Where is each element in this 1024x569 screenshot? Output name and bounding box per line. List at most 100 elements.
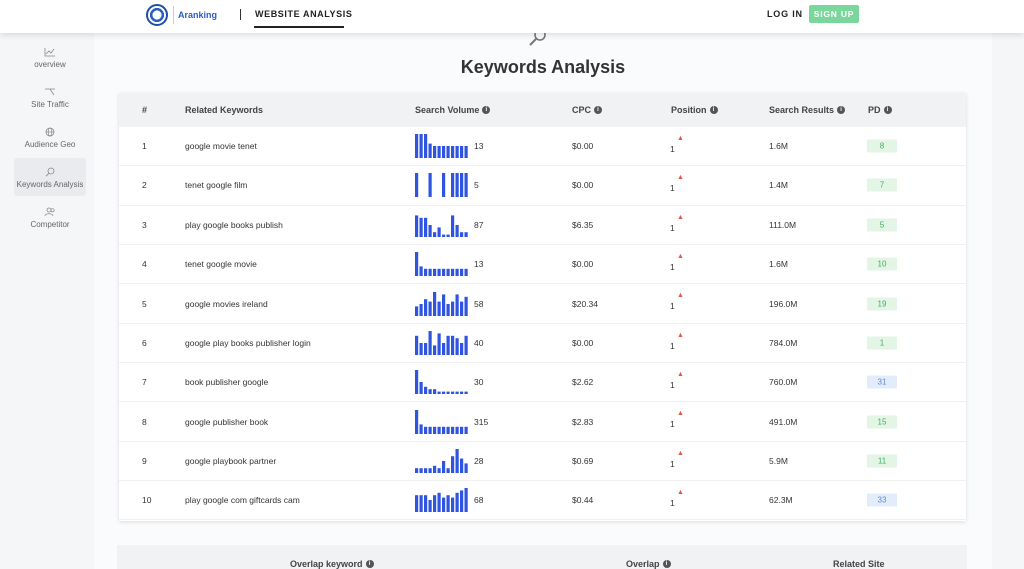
keyword-link[interactable]: play google books publish [185, 220, 283, 230]
sparkline-bar [451, 456, 455, 473]
sparkline-bar [433, 268, 437, 277]
login-link[interactable]: LOG IN [767, 9, 803, 19]
sparkline-bar [428, 301, 432, 316]
sidebar-item-audience-geo[interactable]: Audience Geo [14, 118, 86, 156]
signup-button[interactable]: SIGN UP [809, 5, 859, 23]
table-row[interactable]: 5 google movies ireland 58 $20.34 ▲ 1 196.0M 19 [119, 284, 966, 324]
cpc-value: $20.34 [572, 298, 598, 309]
pd-badge: 5 [867, 218, 897, 232]
info-icon[interactable]: i [482, 106, 491, 114]
table-row[interactable]: 8 google publisher book 315 $2.83 ▲ 1 491.0M 15 [119, 402, 966, 442]
sparkline-bar [460, 146, 464, 159]
sidebar-item-overview[interactable]: overview [14, 38, 86, 76]
thumbs-up-icon: ▲ [677, 135, 684, 142]
sparkline-bar [433, 232, 437, 237]
sidebar-item-keywords-analysis[interactable]: Keywords Analysis [14, 158, 86, 196]
pd-badge: 1 [867, 336, 897, 350]
row-number: 5 [142, 298, 147, 309]
info-icon[interactable]: i [662, 560, 671, 568]
keyword-link[interactable]: google movie tenet [185, 141, 257, 151]
position-value: 1 [670, 380, 675, 391]
table-row[interactable]: 1 google movie tenet 13 $0.00 ▲ 1 1.6M 8 [119, 127, 966, 167]
search-results-value: 491.0M [769, 416, 798, 427]
keyword-link[interactable]: book publisher google [185, 377, 268, 387]
keyword-link[interactable]: google movies ireland [185, 299, 268, 309]
keyword-link[interactable]: play google com giftcards cam [185, 495, 300, 505]
search-results-value: 1.6M [769, 259, 788, 270]
sparkline-bar [424, 134, 428, 159]
search-volume-sparkline [415, 409, 468, 434]
sparkline-bar [464, 296, 468, 316]
col-header-related-site: Related Site [833, 559, 885, 569]
sparkline-bar [442, 497, 446, 513]
sparkline-bar [455, 493, 459, 513]
main-content: Keywords Analysis # Related Keywords Sea… [94, 29, 992, 569]
info-icon[interactable]: i [837, 106, 846, 114]
info-icon[interactable]: i [709, 106, 718, 114]
thumbs-up-icon: ▲ [677, 174, 684, 182]
search-results-value: 784.0M [769, 337, 798, 348]
search-volume-value: 68 [474, 495, 484, 506]
sparkline-bar [446, 335, 450, 355]
position-value: 1 [670, 262, 675, 273]
col-header-pd: PD i [868, 105, 892, 115]
table-row[interactable]: 9 google playbook partner 28 $0.69 ▲ 1 5.9M 11 [119, 442, 966, 482]
sparkline-bar [433, 426, 437, 434]
globe-icon [45, 127, 55, 136]
table-row[interactable]: 4 tenet google movie 13 $0.00 ▲ 1 1.6M 10 [119, 245, 966, 285]
sparkline-bar [460, 490, 464, 513]
table-row[interactable]: 2 tenet google film 5 $0.00 ▲ 1 1.4M 7 [119, 166, 966, 206]
sparkline-bar [437, 268, 441, 277]
col-header-results: Search Results i [769, 105, 846, 115]
keyword-link[interactable]: tenet google movie [185, 259, 257, 269]
keyword-link[interactable]: tenet google film [185, 180, 247, 190]
cpc-value: $0.00 [572, 259, 594, 270]
pd-badge: 11 [867, 454, 897, 468]
keyword-link[interactable]: google playbook partner [185, 456, 276, 466]
brand-logo[interactable]: Aranking [146, 4, 217, 26]
sparkline-bar [446, 426, 450, 434]
keyword-link[interactable]: google publisher book [185, 417, 268, 427]
sparkline-bar [419, 423, 423, 434]
col-header-cpc: CPC i [572, 105, 603, 115]
sparkline-bar [433, 146, 437, 159]
sidebar-item-label: Audience Geo [24, 139, 76, 149]
pd-badge: 33 [867, 493, 897, 507]
sparkline-bar [464, 488, 468, 513]
search-volume-value: 30 [474, 377, 484, 388]
search-results-value: 62.3M [769, 495, 793, 506]
nav-tab-website-analysis[interactable]: WEBSITE ANALYSIS [255, 9, 352, 19]
globe-logo-icon [146, 4, 168, 26]
row-number: 8 [142, 416, 147, 427]
table-row[interactable]: 10 play google com giftcards cam 68 $0.44 ▲ 1… [119, 481, 966, 521]
sparkline-bar [415, 173, 419, 198]
sparkline-bar [424, 387, 428, 395]
info-icon[interactable]: i [883, 106, 892, 114]
sparkline-bar [424, 426, 428, 434]
sparkline-bar [464, 268, 468, 277]
info-icon[interactable]: i [365, 560, 374, 568]
sparkline-bar [437, 493, 441, 513]
sparkline-bar [415, 215, 419, 237]
sparkline-bar [455, 448, 459, 473]
search-volume-value: 58 [474, 298, 484, 309]
logo-text: Aranking [178, 10, 218, 20]
sparkline-bar [460, 426, 464, 434]
position-value: 1 [670, 458, 675, 469]
sidebar-item-competitor[interactable]: Competitor [14, 198, 86, 236]
sparkline-bar [442, 342, 446, 355]
sidebar-item-site-traffic[interactable]: Site Traffic [14, 78, 86, 116]
table-row[interactable]: 3 play google books publish 87 $6.35 ▲ 1 111.0… [119, 206, 966, 245]
sparkline-bar [437, 391, 441, 395]
search-results-value: 1.4M [769, 180, 788, 191]
sidebar-item-label: Keywords Analysis [16, 179, 84, 189]
search-volume-sparkline [415, 291, 468, 316]
position-value: 1 [670, 419, 675, 430]
sidebar-item-label: Competitor [30, 219, 70, 229]
table-row[interactable]: 6 google play books publisher login 40 $0.0… [119, 324, 966, 364]
table-row[interactable]: 7 book publisher google 30 $2.62 ▲ 1 760.0M 31 [119, 363, 966, 403]
info-icon[interactable]: i [594, 106, 603, 114]
sparkline-bar [455, 338, 459, 355]
sparkline-bar [464, 232, 468, 237]
keyword-link[interactable]: google play books publisher login [185, 338, 311, 348]
